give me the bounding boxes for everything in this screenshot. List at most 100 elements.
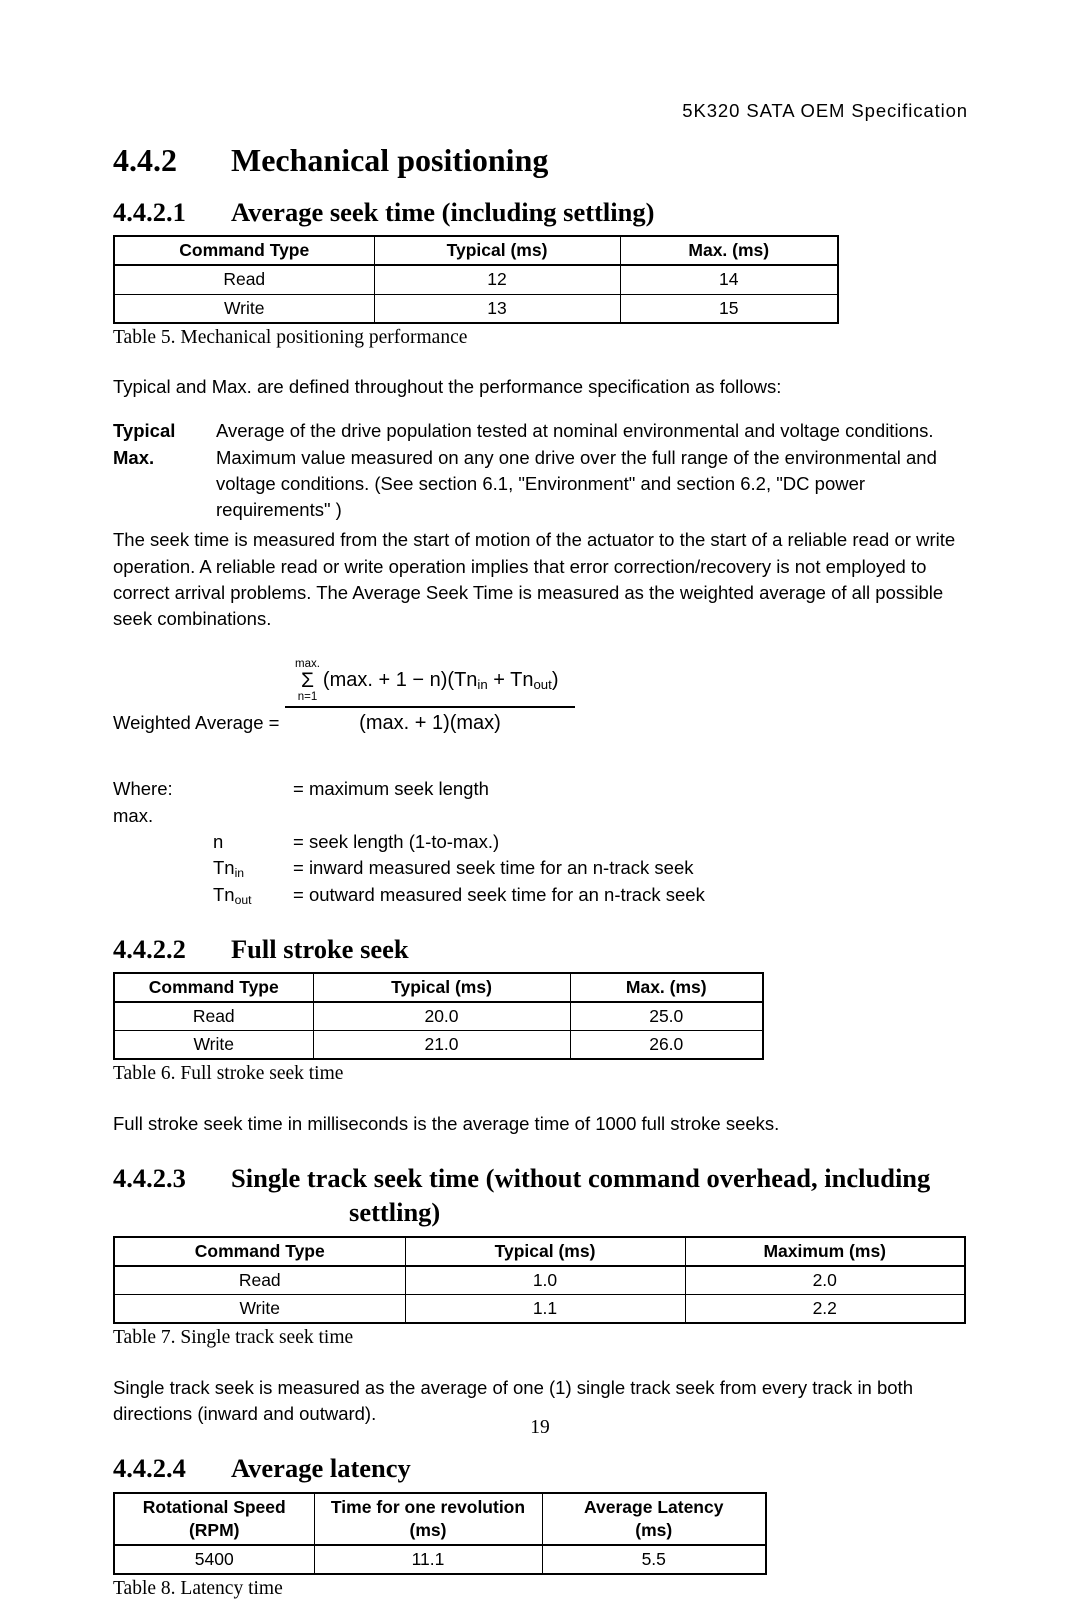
- formula-fraction: max. Σ n=1 (max. + 1 − n)(Tnin + Tnout) …: [285, 658, 575, 734]
- table5-cell: 15: [619, 293, 839, 324]
- table7-cell: 1.0: [404, 1265, 686, 1296]
- table8-header-line2: (ms): [635, 1519, 673, 1540]
- table7-cell: 2.0: [684, 1265, 966, 1296]
- table-row: Write 13 15: [113, 293, 839, 324]
- table-row: Write 21.0 26.0: [113, 1030, 764, 1060]
- definition-max: Max. Maximum value measured on any one d…: [113, 445, 973, 471]
- table6-header-cell: Max. (ms): [569, 972, 764, 1004]
- table-row: Read 20.0 25.0: [113, 1001, 764, 1032]
- heading-4-4-2-3-title-line2: settling): [349, 1197, 441, 1228]
- where-symbol-tn-in-base: Tn: [213, 857, 235, 879]
- page-number: 19: [530, 1417, 550, 1438]
- table8-header-line2: (ms): [409, 1519, 447, 1540]
- table5-caption: Table 5. Mechanical positioning performa…: [113, 326, 468, 348]
- definition-term-typical: Typical: [113, 420, 176, 442]
- definition-term-max: Max.: [113, 446, 155, 468]
- table-header-row: Rotational Speed (RPM) Time for one revo…: [113, 1491, 767, 1546]
- where-lead-label: Where: max.: [113, 778, 173, 826]
- definition-desc-max-line3: requirements" ): [216, 499, 342, 521]
- heading-4-4-2-number: 4.4.2: [113, 142, 177, 178]
- heading-4-4-2-3-number: 4.4.2.3: [113, 1163, 186, 1194]
- formula-numerator: max. Σ n=1 (max. + 1 − n)(Tnin + Tnout): [285, 658, 575, 705]
- table8-header-cell: Time for one revolution (ms): [313, 1491, 543, 1546]
- table-row: 5400 11.1 5.5: [113, 1544, 767, 1575]
- heading-4-4-2-4-title: Average latency: [231, 1453, 411, 1484]
- definitions-intro-paragraph: Typical and Max. are defined throughout …: [113, 376, 782, 398]
- where-symbol-tn-out-base: Tn: [213, 884, 235, 906]
- formula-numerator-expression: (max. + 1 − n)(Tnin + Tnout): [323, 669, 559, 692]
- definition-typical: Typical Average of the drive population …: [113, 418, 973, 444]
- table5-cell: 14: [619, 264, 839, 295]
- where-symbol-tn-in: Tnin: [213, 855, 293, 882]
- table8-header-line2: (RPM): [188, 1519, 240, 1540]
- table7-cell: 1.1: [404, 1294, 686, 1324]
- definition-desc-typical: Average of the drive population tested a…: [216, 420, 934, 442]
- table6-cell: 26.0: [569, 1030, 764, 1060]
- table7-cell: Write: [113, 1294, 406, 1324]
- heading-4-4-2-4-number: 4.4.2.4: [113, 1453, 186, 1484]
- table-row: Read 12 14: [113, 264, 839, 295]
- table5-cell: Read: [113, 264, 375, 295]
- formula-denominator: (max. + 1)(max): [359, 711, 501, 734]
- table7-caption: Table 7. Single track seek time: [113, 1327, 354, 1349]
- table-mechanical-positioning-performance: Command Type Typical (ms) Max. (ms) Read…: [113, 235, 839, 324]
- document-page: 5K320 SATA OEM Specification 4.4.2 Mecha…: [0, 0, 1080, 1599]
- table6-caption: Table 6. Full stroke seek time: [113, 1063, 344, 1085]
- where-symbol-tn-out-sub: out: [234, 893, 252, 908]
- table5-header-cell: Command Type: [113, 235, 375, 267]
- table-row: Read 1.0 2.0: [113, 1265, 966, 1296]
- where-row-n: n = seek length (1-to-max.): [113, 829, 973, 855]
- table5-header-cell: Max. (ms): [619, 235, 839, 267]
- table8-header-line1: Rotational Speed: [142, 1496, 286, 1517]
- table-single-track-seek-time: Command Type Typical (ms) Maximum (ms) R…: [113, 1235, 966, 1325]
- definition-list: Typical Average of the drive population …: [113, 418, 973, 523]
- heading-4-4-2-3-title: Single track seek time (without command …: [231, 1161, 973, 1230]
- table8-caption: Table 8. Latency time: [113, 1577, 283, 1599]
- table5-cell: 13: [373, 293, 621, 324]
- table7-cell: Read: [113, 1265, 406, 1296]
- table-header-row: Command Type Typical (ms) Max. (ms): [113, 235, 839, 267]
- table8-cell: 5.5: [541, 1544, 767, 1575]
- definition-desc-max-line1: Maximum value measured on any one drive …: [216, 446, 937, 468]
- table8-cell: 11.1: [313, 1544, 543, 1575]
- where-row-tn-out: Tnout = outward measured seek time for a…: [113, 882, 973, 909]
- heading-4-4-2-3: 4.4.2.3 Single track seek time (without …: [113, 1161, 973, 1230]
- summation-lower-limit: n=1: [297, 691, 318, 704]
- numerator-part1: (max. + 1 − n)(Tn: [322, 669, 478, 692]
- table6-cell: 20.0: [312, 1001, 571, 1032]
- table6-cell: Write: [113, 1030, 314, 1060]
- where-symbol-tn-out: Tnout: [213, 882, 293, 909]
- table8-header-cell: Average Latency (ms): [541, 1491, 767, 1546]
- running-header: 5K320 SATA OEM Specification: [682, 100, 968, 121]
- table-full-stroke-seek-time: Command Type Typical (ms) Max. (ms) Read…: [113, 972, 764, 1061]
- heading-4-4-2-1-title: Average seek time (including settling): [231, 196, 655, 227]
- heading-4-4-2-1: 4.4.2.1 Average seek time (including set…: [113, 195, 973, 229]
- formula-where-list: Where: max. = maximum seek length n = se…: [113, 776, 973, 909]
- heading-4-4-2-2-title: Full stroke seek: [231, 933, 409, 964]
- table6-cell: Read: [113, 1001, 314, 1032]
- where-def-tn-out: = outward measured seek time for an n-tr…: [293, 884, 705, 906]
- table6-header-cell: Typical (ms): [312, 972, 571, 1004]
- table7-header-cell: Typical (ms): [404, 1236, 686, 1268]
- where-symbol-n: n: [213, 830, 224, 852]
- definition-desc-max-line2: voltage conditions. (See section 6.1, "E…: [216, 472, 866, 494]
- heading-4-4-2-2-number: 4.4.2.2: [113, 933, 186, 964]
- where-def-max: = maximum seek length: [293, 778, 489, 800]
- heading-4-4-2: 4.4.2 Mechanical positioning: [113, 140, 973, 181]
- heading-4-4-2-1-number: 4.4.2.1: [113, 196, 186, 227]
- table8-cell: 5400: [113, 1544, 315, 1575]
- heading-4-4-2-2: 4.4.2.2 Full stroke seek: [113, 932, 973, 966]
- numerator-part3: ): [551, 669, 559, 692]
- table-latency-time: Rotational Speed (RPM) Time for one revo…: [113, 1491, 767, 1575]
- heading-4-4-2-3-title-line1: Single track seek time (without command …: [231, 1163, 931, 1194]
- table5-cell: 12: [373, 264, 621, 295]
- page-content: 4.4.2 Mechanical positioning 4.4.2.1 Ave…: [113, 140, 973, 1601]
- table-row: Write 1.1 2.2: [113, 1294, 966, 1324]
- heading-4-4-2-title: Mechanical positioning: [231, 142, 549, 178]
- table5-header-cell: Typical (ms): [373, 235, 621, 267]
- table5-cell: Write: [113, 293, 375, 324]
- table8-header-line1: Time for one revolution: [330, 1496, 526, 1517]
- numerator-sub-out: out: [533, 677, 552, 693]
- table7-cell: 2.2: [684, 1294, 966, 1324]
- table8-header-cell: Rotational Speed (RPM): [113, 1491, 315, 1546]
